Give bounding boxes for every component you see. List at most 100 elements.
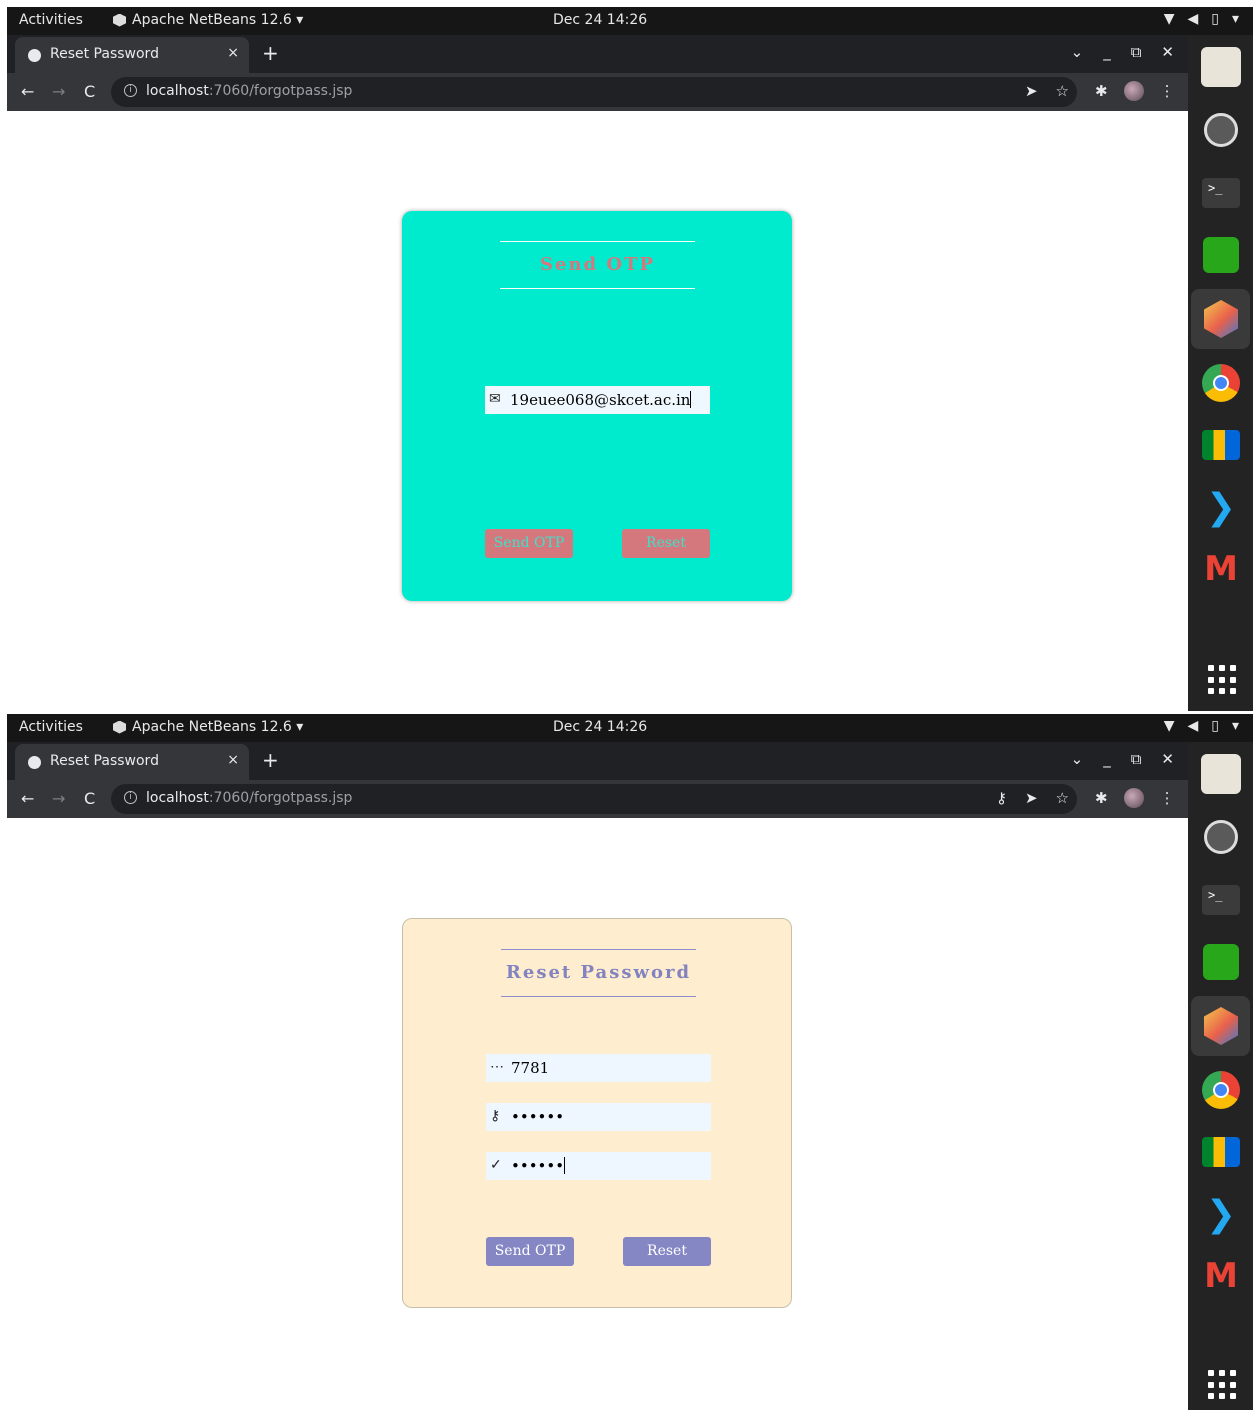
send-otp-button[interactable]: Send OTP	[485, 529, 573, 558]
chrome-icon[interactable]	[1201, 363, 1241, 403]
app-menu[interactable]: Apache NetBeans 12.6 ▾	[113, 719, 303, 735]
netbeans-icon[interactable]	[1201, 1006, 1241, 1046]
profile-avatar[interactable]	[1123, 788, 1144, 808]
settings-icon[interactable]	[1201, 110, 1241, 150]
extensions-puzzle-icon[interactable]: ✱	[1095, 82, 1108, 100]
reload-icon[interactable]: C	[84, 82, 95, 101]
whatsapp-icon[interactable]	[1201, 942, 1241, 982]
tab-search-icon[interactable]: ⌄	[1071, 750, 1084, 768]
forward-arrow-icon[interactable]: →	[52, 82, 65, 101]
terminal-icon[interactable]: >_	[1201, 173, 1241, 213]
url-text[interactable]: localhost:7060/forgotpass.jsp	[146, 83, 352, 99]
omnibox-icons: ⚷ ➤ ☆	[996, 789, 1069, 807]
confirm-password-field[interactable]: ✓ ••••••	[486, 1152, 711, 1180]
activities-button[interactable]: Activities	[19, 12, 83, 28]
google-meet-icon[interactable]	[1201, 1132, 1241, 1172]
tab-close-icon[interactable]: ×	[227, 752, 239, 768]
system-menu-chevron-icon: ▾	[1231, 718, 1239, 734]
terminal-icon[interactable]: >_	[1201, 880, 1241, 920]
new-tab-button[interactable]: +	[262, 41, 279, 65]
globe-icon	[28, 49, 41, 62]
gnome-top-bar: Activities Apache NetBeans 12.6 ▾ Dec 24…	[7, 714, 1253, 742]
system-tray[interactable]: ▼ ◀ ▯ ▾	[1164, 11, 1239, 27]
show-apps-icon[interactable]	[1208, 665, 1238, 695]
close-window-icon[interactable]: ✕	[1161, 43, 1174, 61]
url-text[interactable]: localhost:7060/forgotpass.jsp	[146, 790, 352, 806]
globe-icon	[28, 756, 41, 769]
chrome-icon[interactable]	[1201, 1070, 1241, 1110]
address-bar[interactable]: i localhost:7060/forgotpass.jsp ➤ ☆	[111, 77, 1077, 107]
system-menu-chevron-icon: ▾	[1231, 11, 1239, 27]
browser-toolbar: ← → C i localhost:7060/forgotpass.jsp ⚷ …	[7, 780, 1188, 818]
reset-button[interactable]: Reset	[623, 1237, 711, 1266]
key-icon: ⚷	[490, 1108, 501, 1124]
netbeans-app-icon	[113, 720, 126, 734]
whatsapp-icon[interactable]	[1201, 235, 1241, 275]
files-icon[interactable]	[1201, 754, 1241, 794]
battery-icon: ▯	[1211, 718, 1219, 734]
tab-title: Reset Password	[50, 46, 159, 62]
new-password-field[interactable]: ⚷ ••••••	[486, 1103, 711, 1131]
netbeans-icon[interactable]	[1201, 299, 1241, 339]
files-icon[interactable]	[1201, 47, 1241, 87]
gmail-icon[interactable]: M	[1201, 1256, 1241, 1296]
tab-search-icon[interactable]: ⌄	[1071, 43, 1084, 61]
clock[interactable]: Dec 24 14:26	[553, 719, 647, 735]
new-tab-button[interactable]: +	[262, 748, 279, 772]
send-to-device-icon[interactable]: ➤	[1025, 789, 1038, 807]
reset-button[interactable]: Reset	[622, 529, 710, 558]
send-to-device-icon[interactable]: ➤	[1025, 82, 1038, 100]
tab-title: Reset Password	[50, 753, 159, 769]
restore-icon[interactable]: ⧉	[1131, 43, 1142, 61]
volume-icon: ◀	[1187, 11, 1199, 27]
window-controls: ⌄ _ ⧉ ✕	[1071, 43, 1174, 61]
activities-button[interactable]: Activities	[19, 719, 83, 735]
tab-reset-password[interactable]: Reset Password ×	[15, 37, 249, 73]
settings-icon[interactable]	[1201, 817, 1241, 857]
reset-password-card: Reset Password ⋯ 7781 ⚷ •••••• ✓ •••••• …	[402, 918, 792, 1308]
chrome-menu-icon[interactable]: ⋮	[1160, 789, 1175, 807]
volume-icon: ◀	[1187, 718, 1199, 734]
send-otp-card: Send OTP ✉ 19euee068@skcet.ac.in Send OT…	[402, 211, 792, 601]
minimize-icon[interactable]: _	[1103, 750, 1111, 768]
send-otp-button[interactable]: Send OTP	[486, 1237, 574, 1266]
restore-icon[interactable]: ⧉	[1131, 750, 1142, 768]
close-window-icon[interactable]: ✕	[1161, 750, 1174, 768]
ubuntu-dock: >_ ❯ M	[1188, 742, 1253, 1410]
system-tray[interactable]: ▼ ◀ ▯ ▾	[1164, 718, 1239, 734]
card-title: Reset Password	[501, 949, 696, 997]
back-arrow-icon[interactable]: ←	[21, 82, 34, 101]
gmail-icon[interactable]: M	[1201, 549, 1241, 589]
tab-reset-password[interactable]: Reset Password ×	[15, 744, 249, 780]
back-arrow-icon[interactable]: ←	[21, 789, 34, 808]
profile-avatar[interactable]	[1123, 81, 1144, 101]
otp-value[interactable]: 7781	[511, 1059, 549, 1077]
bookmark-star-icon[interactable]: ☆	[1056, 82, 1069, 100]
app-menu[interactable]: Apache NetBeans 12.6 ▾	[113, 12, 303, 28]
vscode-icon[interactable]: ❯	[1201, 1194, 1241, 1235]
bookmark-star-icon[interactable]: ☆	[1056, 789, 1069, 807]
site-info-icon[interactable]: i	[124, 84, 137, 97]
email-value[interactable]: 19euee068@skcet.ac.in	[510, 391, 692, 409]
otp-field[interactable]: ⋯ 7781	[486, 1054, 711, 1082]
battery-icon: ▯	[1211, 11, 1219, 27]
tab-close-icon[interactable]: ×	[227, 45, 239, 61]
confirm-value[interactable]: ••••••	[511, 1157, 566, 1175]
chrome-menu-icon[interactable]: ⋮	[1160, 82, 1175, 100]
extensions-puzzle-icon[interactable]: ✱	[1095, 789, 1108, 807]
key-icon[interactable]: ⚷	[996, 789, 1007, 807]
email-field[interactable]: ✉ 19euee068@skcet.ac.in	[485, 386, 710, 414]
vscode-icon[interactable]: ❯	[1201, 487, 1241, 528]
minimize-icon[interactable]: _	[1103, 43, 1111, 61]
address-bar[interactable]: i localhost:7060/forgotpass.jsp ⚷ ➤ ☆	[111, 784, 1077, 814]
forward-arrow-icon[interactable]: →	[52, 789, 65, 808]
app-menu-label: Apache NetBeans 12.6 ▾	[132, 719, 304, 735]
password-value[interactable]: ••••••	[511, 1108, 564, 1126]
google-meet-icon[interactable]	[1201, 425, 1241, 465]
show-apps-icon[interactable]	[1208, 1370, 1238, 1400]
envelope-icon: ✉	[489, 391, 501, 407]
clock[interactable]: Dec 24 14:26	[553, 12, 647, 28]
reload-icon[interactable]: C	[84, 789, 95, 808]
site-info-icon[interactable]: i	[124, 791, 137, 804]
tab-strip: Reset Password × + ⌄ _ ⧉ ✕	[7, 742, 1188, 780]
